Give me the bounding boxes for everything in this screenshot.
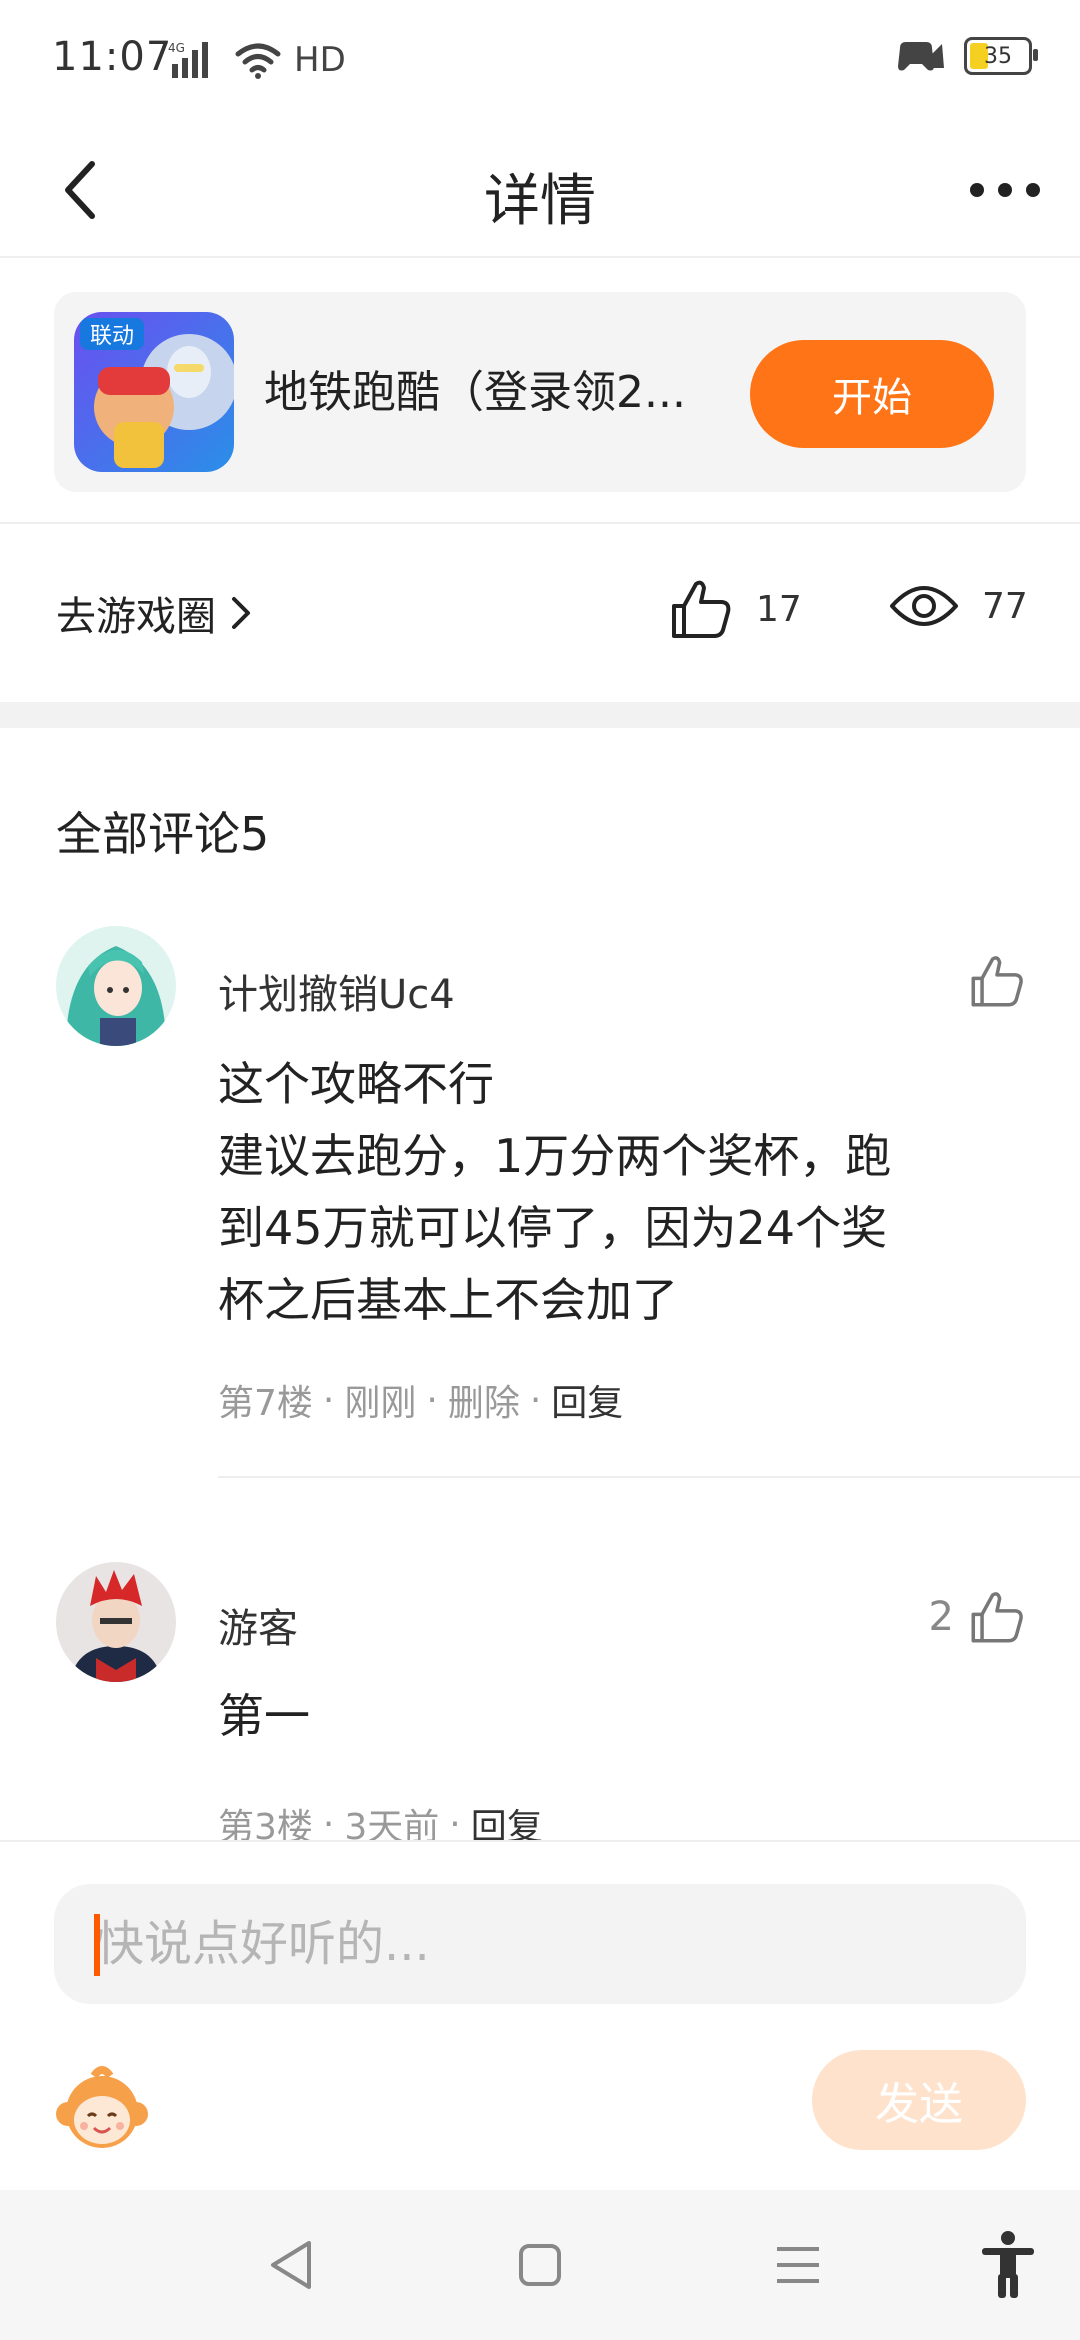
battery-level: 35	[984, 43, 1012, 69]
send-button[interactable]: 发送	[812, 2050, 1026, 2150]
comment-input[interactable]	[54, 1884, 1026, 2004]
game-card[interactable]: 联动 地铁跑酷（登录领2... 开始	[54, 292, 1026, 492]
thumbs-up-icon	[971, 1592, 1023, 1643]
more-button[interactable]	[960, 150, 1050, 230]
comment-author[interactable]: 计划撤销Uc4	[218, 962, 455, 1020]
post-like-button[interactable]: 17	[668, 576, 802, 642]
hd-indicator: HD	[294, 40, 346, 80]
chevron-right-icon	[232, 597, 250, 629]
start-button[interactable]: 开始	[750, 340, 994, 448]
game-mode-icon	[898, 42, 944, 71]
square-home-icon	[519, 2244, 561, 2286]
comment-input-area: 发送	[0, 1840, 1080, 2192]
delete-comment-button[interactable]: 删除	[448, 1374, 520, 1426]
post-view-stat: 77	[888, 576, 1028, 636]
eye-icon	[890, 586, 958, 626]
game-circle-row: 去游戏圈 17 77	[0, 524, 1080, 702]
status-bar: 11:07 4G HD 35	[0, 0, 1080, 120]
nav-recents-button[interactable]	[758, 2230, 838, 2300]
post-like-count: 17	[756, 588, 802, 630]
status-right: 35	[896, 36, 1038, 76]
comment-like-count: 2	[928, 1594, 954, 1640]
wifi-icon	[235, 43, 281, 79]
user-avatar-icon	[56, 926, 176, 1046]
status-icons: 4G HD	[168, 38, 346, 82]
post-view-count: 77	[982, 585, 1028, 627]
comments-title: 全部评论5	[56, 807, 270, 861]
section-divider	[0, 702, 1080, 728]
avatar[interactable]	[56, 926, 176, 1046]
comment-floor: 第7楼	[218, 1383, 313, 1424]
comment-meta: 第7楼 · 刚刚 · 删除 · 回复	[218, 1374, 623, 1426]
network-type: 4G	[168, 41, 185, 55]
comment-time: 刚刚	[344, 1383, 417, 1424]
system-nav-bar	[0, 2190, 1080, 2340]
game-icon-badge: 联动	[90, 324, 134, 349]
comment-text: 第一	[218, 1680, 1038, 1752]
comment-divider	[218, 1476, 1080, 1478]
thumbs-up-icon	[971, 956, 1023, 1007]
goto-game-circle-link[interactable]: 去游戏圈	[56, 584, 252, 642]
reply-button[interactable]: 回复	[551, 1374, 623, 1426]
game-artwork-icon: 联动	[74, 312, 234, 472]
triangle-back-icon	[271, 2241, 311, 2289]
comment-line: 到45万就可以停了，因为24个奖	[218, 1201, 888, 1255]
text-cursor	[94, 1914, 100, 1976]
nav-home-button[interactable]	[500, 2230, 580, 2300]
accessibility-person-icon	[982, 2231, 1034, 2298]
comment-line: 这个攻略不行	[218, 1057, 494, 1111]
comment-author[interactable]: 游客	[218, 1596, 298, 1654]
status-time: 11:07	[52, 34, 173, 80]
comment-text: 这个攻略不行 建议去跑分，1万分两个奖杯，跑 到45万就可以停了，因为24个奖 …	[218, 1048, 1038, 1336]
comment-line: 第一	[218, 1689, 310, 1743]
nav-back-button[interactable]	[250, 2230, 330, 2300]
comment-line: 杯之后基本上不会加了	[218, 1273, 678, 1327]
cellular-signal-icon: 4G	[168, 41, 208, 78]
thumbs-up-icon	[672, 580, 731, 638]
more-dots-icon	[970, 183, 1040, 197]
game-name: 地铁跑酷（登录领2...	[264, 367, 686, 418]
page-title: 详情	[484, 169, 596, 234]
comment-line: 建议去跑分，1万分两个奖杯，跑	[218, 1129, 892, 1183]
avatar[interactable]	[56, 1562, 176, 1682]
monkey-emoji-icon	[56, 2066, 148, 2148]
emoji-button[interactable]	[54, 2064, 150, 2154]
comment-like-button[interactable]	[968, 952, 1026, 1010]
battery-indicator: 35	[964, 37, 1038, 75]
user-avatar-icon	[56, 1562, 176, 1682]
comment-like-button[interactable]: 2	[929, 1588, 1026, 1646]
header: 详情	[0, 120, 1080, 258]
menu-lines-icon	[777, 2247, 819, 2283]
accessibility-button[interactable]	[968, 2230, 1048, 2300]
goto-game-circle-label: 去游戏圈	[56, 594, 216, 640]
game-icon: 联动	[74, 312, 234, 472]
